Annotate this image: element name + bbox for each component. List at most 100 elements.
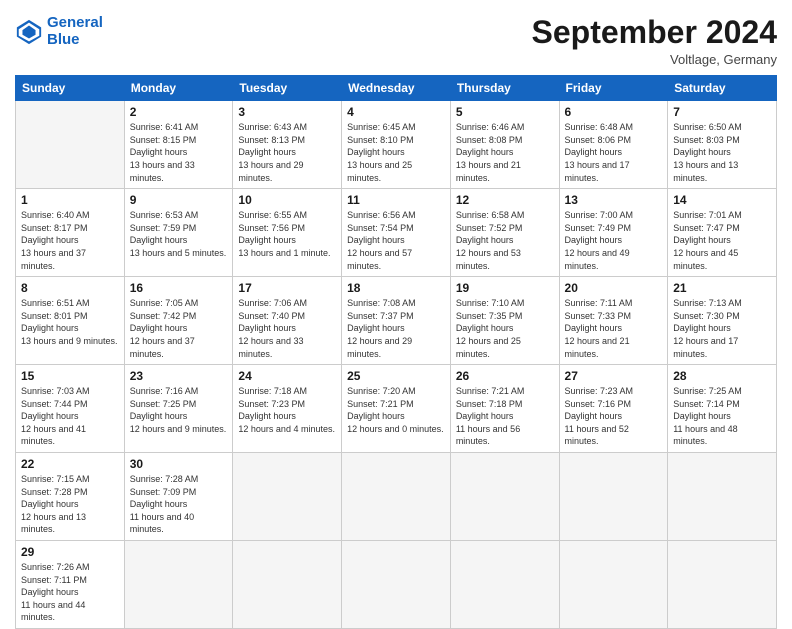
day-number: 11 (347, 193, 445, 207)
day-number: 23 (130, 369, 228, 383)
day-number: 4 (347, 105, 445, 119)
day-number: 28 (673, 369, 771, 383)
day-info: Sunrise: 6:43 AMSunset: 8:13 PMDaylight … (238, 121, 336, 184)
day-number: 20 (565, 281, 663, 295)
page: General Blue September 2024 Voltlage, Ge… (0, 0, 792, 612)
day-number: 9 (130, 193, 228, 207)
table-row: 30Sunrise: 7:28 AMSunset: 7:09 PMDayligh… (124, 453, 233, 541)
table-row (16, 101, 125, 189)
logo: General Blue (15, 15, 103, 48)
header: General Blue September 2024 Voltlage, Ge… (15, 15, 777, 67)
day-number: 6 (565, 105, 663, 119)
table-row (668, 453, 777, 541)
table-row (450, 453, 559, 541)
col-thursday: Thursday (450, 76, 559, 101)
header-row: Sunday Monday Tuesday Wednesday Thursday… (16, 76, 777, 101)
table-row: 14Sunrise: 7:01 AMSunset: 7:47 PMDayligh… (668, 189, 777, 277)
calendar-row: 8 Sunrise: 6:51 AMSunset: 8:01 PMDaylight… (16, 277, 777, 365)
day-number: 1 (21, 193, 119, 207)
day-number: 22 (21, 457, 119, 471)
day-number: 10 (238, 193, 336, 207)
table-row (559, 453, 668, 541)
day-info: Sunrise: 6:45 AMSunset: 8:10 PMDaylight … (347, 121, 445, 184)
day-info: Sunrise: 7:05 AMSunset: 7:42 PMDaylight … (130, 297, 228, 360)
table-row (233, 453, 342, 541)
table-row: 1 Sunrise: 6:40 AMSunset: 8:17 PMDaylight… (16, 189, 125, 277)
day-info: Sunrise: 6:50 AMSunset: 8:03 PMDaylight … (673, 121, 771, 184)
day-info: Sunrise: 7:10 AMSunset: 7:35 PMDaylight … (456, 297, 554, 360)
table-row: 2 Sunrise: 6:41 AMSunset: 8:15 PMDaylight… (124, 101, 233, 189)
table-row: 24 Sunrise: 7:18 AMSunset: 7:23 PMDayligh… (233, 365, 342, 453)
day-number: 16 (130, 281, 228, 295)
table-row: 26 Sunrise: 7:21 AMSunset: 7:18 PMDayligh… (450, 365, 559, 453)
day-number: 21 (673, 281, 771, 295)
day-info: Sunrise: 6:56 AMSunset: 7:54 PMDaylight … (347, 209, 445, 272)
table-row (233, 541, 342, 629)
table-row: 18 Sunrise: 7:08 AMSunset: 7:37 PMDayligh… (342, 277, 451, 365)
day-info: Sunrise: 7:18 AMSunset: 7:23 PMDaylight … (238, 385, 336, 435)
table-row: 20 Sunrise: 7:11 AMSunset: 7:33 PMDayligh… (559, 277, 668, 365)
day-number: 2 (130, 105, 228, 119)
table-row (342, 453, 451, 541)
col-sunday: Sunday (16, 76, 125, 101)
table-row: 4 Sunrise: 6:45 AMSunset: 8:10 PMDaylight… (342, 101, 451, 189)
day-info: Sunrise: 7:23 AMSunset: 7:16 PMDaylight … (565, 385, 663, 448)
logo-text: General Blue (47, 15, 103, 48)
day-number: 26 (456, 369, 554, 383)
col-tuesday: Tuesday (233, 76, 342, 101)
col-friday: Friday (559, 76, 668, 101)
day-info: Sunrise: 7:15 AMSunset: 7:28 PMDaylight … (21, 473, 119, 536)
day-info: Sunrise: 7:03 AMSunset: 7:44 PMDaylight … (21, 385, 119, 448)
table-row: 6Sunrise: 6:48 AMSunset: 8:06 PMDaylight… (559, 101, 668, 189)
day-info: Sunrise: 6:53 AMSunset: 7:59 PMDaylight … (130, 209, 228, 259)
day-info: Sunrise: 7:20 AMSunset: 7:21 PMDaylight … (347, 385, 445, 435)
day-number: 18 (347, 281, 445, 295)
day-info: Sunrise: 6:58 AMSunset: 7:52 PMDaylight … (456, 209, 554, 272)
table-row: 25Sunrise: 7:20 AMSunset: 7:21 PMDayligh… (342, 365, 451, 453)
day-info: Sunrise: 6:55 AMSunset: 7:56 PMDaylight … (238, 209, 336, 259)
table-row: 23 Sunrise: 7:16 AMSunset: 7:25 PMDayligh… (124, 365, 233, 453)
day-info: Sunrise: 7:26 AMSunset: 7:11 PMDaylight … (21, 561, 119, 624)
table-row: 22 Sunrise: 7:15 AMSunset: 7:28 PMDayligh… (16, 453, 125, 541)
day-info: Sunrise: 7:08 AMSunset: 7:37 PMDaylight … (347, 297, 445, 360)
table-row: 19Sunrise: 7:10 AMSunset: 7:35 PMDayligh… (450, 277, 559, 365)
day-info: Sunrise: 7:11 AMSunset: 7:33 PMDaylight … (565, 297, 663, 360)
col-monday: Monday (124, 76, 233, 101)
logo-icon (15, 18, 43, 46)
table-row: 10 Sunrise: 6:55 AMSunset: 7:56 PMDayligh… (233, 189, 342, 277)
day-number: 13 (565, 193, 663, 207)
calendar-row: 1 Sunrise: 6:40 AMSunset: 8:17 PMDaylight… (16, 189, 777, 277)
table-row: 21 Sunrise: 7:13 AMSunset: 7:30 PMDayligh… (668, 277, 777, 365)
table-row: 11 Sunrise: 6:56 AMSunset: 7:54 PMDayligh… (342, 189, 451, 277)
day-info: Sunrise: 7:06 AMSunset: 7:40 PMDaylight … (238, 297, 336, 360)
table-row: 27Sunrise: 7:23 AMSunset: 7:16 PMDayligh… (559, 365, 668, 453)
table-row: 16 Sunrise: 7:05 AMSunset: 7:42 PMDayligh… (124, 277, 233, 365)
day-number: 24 (238, 369, 336, 383)
day-info: Sunrise: 6:46 AMSunset: 8:08 PMDaylight … (456, 121, 554, 184)
table-row: 28Sunrise: 7:25 AMSunset: 7:14 PMDayligh… (668, 365, 777, 453)
day-number: 8 (21, 281, 119, 295)
calendar-table: Sunday Monday Tuesday Wednesday Thursday… (15, 75, 777, 629)
day-number: 5 (456, 105, 554, 119)
table-row: 8 Sunrise: 6:51 AMSunset: 8:01 PMDaylight… (16, 277, 125, 365)
table-row: 17Sunrise: 7:06 AMSunset: 7:40 PMDayligh… (233, 277, 342, 365)
table-row: 29Sunrise: 7:26 AMSunset: 7:11 PMDayligh… (16, 541, 125, 629)
calendar-row: 2 Sunrise: 6:41 AMSunset: 8:15 PMDaylight… (16, 101, 777, 189)
day-number: 12 (456, 193, 554, 207)
day-info: Sunrise: 7:21 AMSunset: 7:18 PMDaylight … (456, 385, 554, 448)
table-row: 13Sunrise: 7:00 AMSunset: 7:49 PMDayligh… (559, 189, 668, 277)
table-row: 7Sunrise: 6:50 AMSunset: 8:03 PMDaylight… (668, 101, 777, 189)
table-row (668, 541, 777, 629)
day-info: Sunrise: 6:41 AMSunset: 8:15 PMDaylight … (130, 121, 228, 184)
day-info: Sunrise: 7:28 AMSunset: 7:09 PMDaylight … (130, 473, 228, 536)
table-row: 5 Sunrise: 6:46 AMSunset: 8:08 PMDaylight… (450, 101, 559, 189)
month-title: September 2024 (532, 15, 777, 50)
day-info: Sunrise: 7:01 AMSunset: 7:47 PMDaylight … (673, 209, 771, 272)
table-row (124, 541, 233, 629)
day-number: 3 (238, 105, 336, 119)
day-info: Sunrise: 6:40 AMSunset: 8:17 PMDaylight … (21, 209, 119, 272)
day-info: Sunrise: 7:13 AMSunset: 7:30 PMDaylight … (673, 297, 771, 360)
day-info: Sunrise: 6:51 AMSunset: 8:01 PMDaylight … (21, 297, 119, 347)
day-info: Sunrise: 7:16 AMSunset: 7:25 PMDaylight … (130, 385, 228, 435)
calendar-row: 29Sunrise: 7:26 AMSunset: 7:11 PMDayligh… (16, 541, 777, 629)
